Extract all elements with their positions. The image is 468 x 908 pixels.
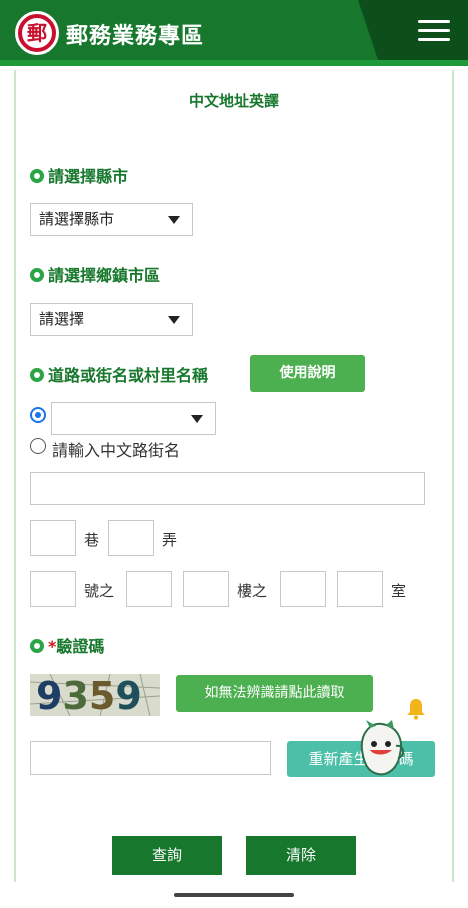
dropdown-arrow-icon: [168, 316, 180, 324]
floor-of-label: 樓之: [237, 582, 268, 600]
floor-sub-input[interactable]: [280, 571, 326, 607]
dropdown-arrow-icon: [168, 216, 180, 224]
app-header: 郵 郵務業務專區: [0, 0, 468, 66]
county-select[interactable]: 請選擇縣市: [30, 203, 193, 236]
captcha-audio-button[interactable]: 如無法辨識請點此讀取: [176, 675, 373, 712]
number-sub-input[interactable]: [126, 571, 172, 607]
number-of-label: 號之: [84, 582, 115, 600]
road-manual-radio[interactable]: [30, 438, 46, 454]
road-name-input[interactable]: [30, 472, 425, 505]
bullet-icon: [30, 268, 44, 282]
road-section-label: 道路或街名或村里名稱: [30, 362, 208, 386]
logo-glyph: 郵: [27, 21, 47, 45]
bullet-icon: [30, 639, 44, 653]
township-select[interactable]: 請選擇: [30, 303, 193, 336]
alley-label: 弄: [162, 531, 178, 549]
captcha-input[interactable]: [30, 741, 271, 775]
clear-button[interactable]: 清除: [246, 836, 356, 875]
menu-line: [418, 29, 450, 32]
captcha-digit: 9: [115, 674, 142, 716]
captcha-digit: 3: [62, 674, 89, 716]
captcha-label-text: 驗證碼: [56, 637, 105, 656]
number-input[interactable]: [30, 571, 76, 607]
captcha-digits: 9359: [36, 674, 142, 716]
township-section-label: 請選擇鄉鎮市區: [30, 262, 160, 286]
menu-line: [418, 38, 450, 41]
room-label: 室: [391, 582, 407, 600]
county-select-value: 請選擇縣市: [39, 210, 115, 228]
post-logo-icon[interactable]: 郵: [15, 11, 59, 55]
township-select-value: 請選擇: [39, 310, 85, 328]
bullet-icon: [30, 169, 44, 183]
bullet-icon: [30, 368, 44, 382]
query-button[interactable]: 查詢: [112, 836, 222, 875]
county-section-label: 請選擇縣市: [30, 163, 128, 187]
captcha-section-label: *驗證碼: [30, 633, 104, 657]
captcha-image: 9359: [30, 674, 160, 716]
home-indicator[interactable]: [174, 893, 294, 897]
page-title: 中文地址英譯: [188, 92, 279, 110]
lane-label: 巷: [84, 531, 100, 549]
road-manual-label[interactable]: 請輸入中文路街名: [52, 437, 180, 461]
road-select[interactable]: [51, 402, 216, 435]
county-label-text: 請選擇縣市: [48, 167, 129, 186]
bell-icon[interactable]: [404, 697, 428, 721]
mascot-assistant-icon[interactable]: [356, 720, 406, 778]
floor-input[interactable]: [183, 571, 229, 607]
road-select-radio[interactable]: [30, 407, 46, 423]
township-label-text: 請選擇鄉鎮市區: [48, 266, 161, 285]
road-label-text: 道路或街名或村里名稱: [48, 366, 209, 385]
alley-input[interactable]: [108, 520, 154, 556]
help-button[interactable]: 使用說明: [250, 355, 365, 392]
captcha-digit: 5: [88, 674, 116, 716]
dropdown-arrow-icon: [191, 415, 203, 423]
room-input[interactable]: [337, 571, 383, 607]
captcha-digit: 9: [36, 674, 63, 716]
header-underline: [0, 60, 468, 66]
lane-input[interactable]: [30, 520, 76, 556]
menu-line: [418, 20, 450, 23]
hamburger-menu-icon[interactable]: [418, 18, 450, 44]
header-title[interactable]: 郵務業務專區: [66, 18, 204, 50]
